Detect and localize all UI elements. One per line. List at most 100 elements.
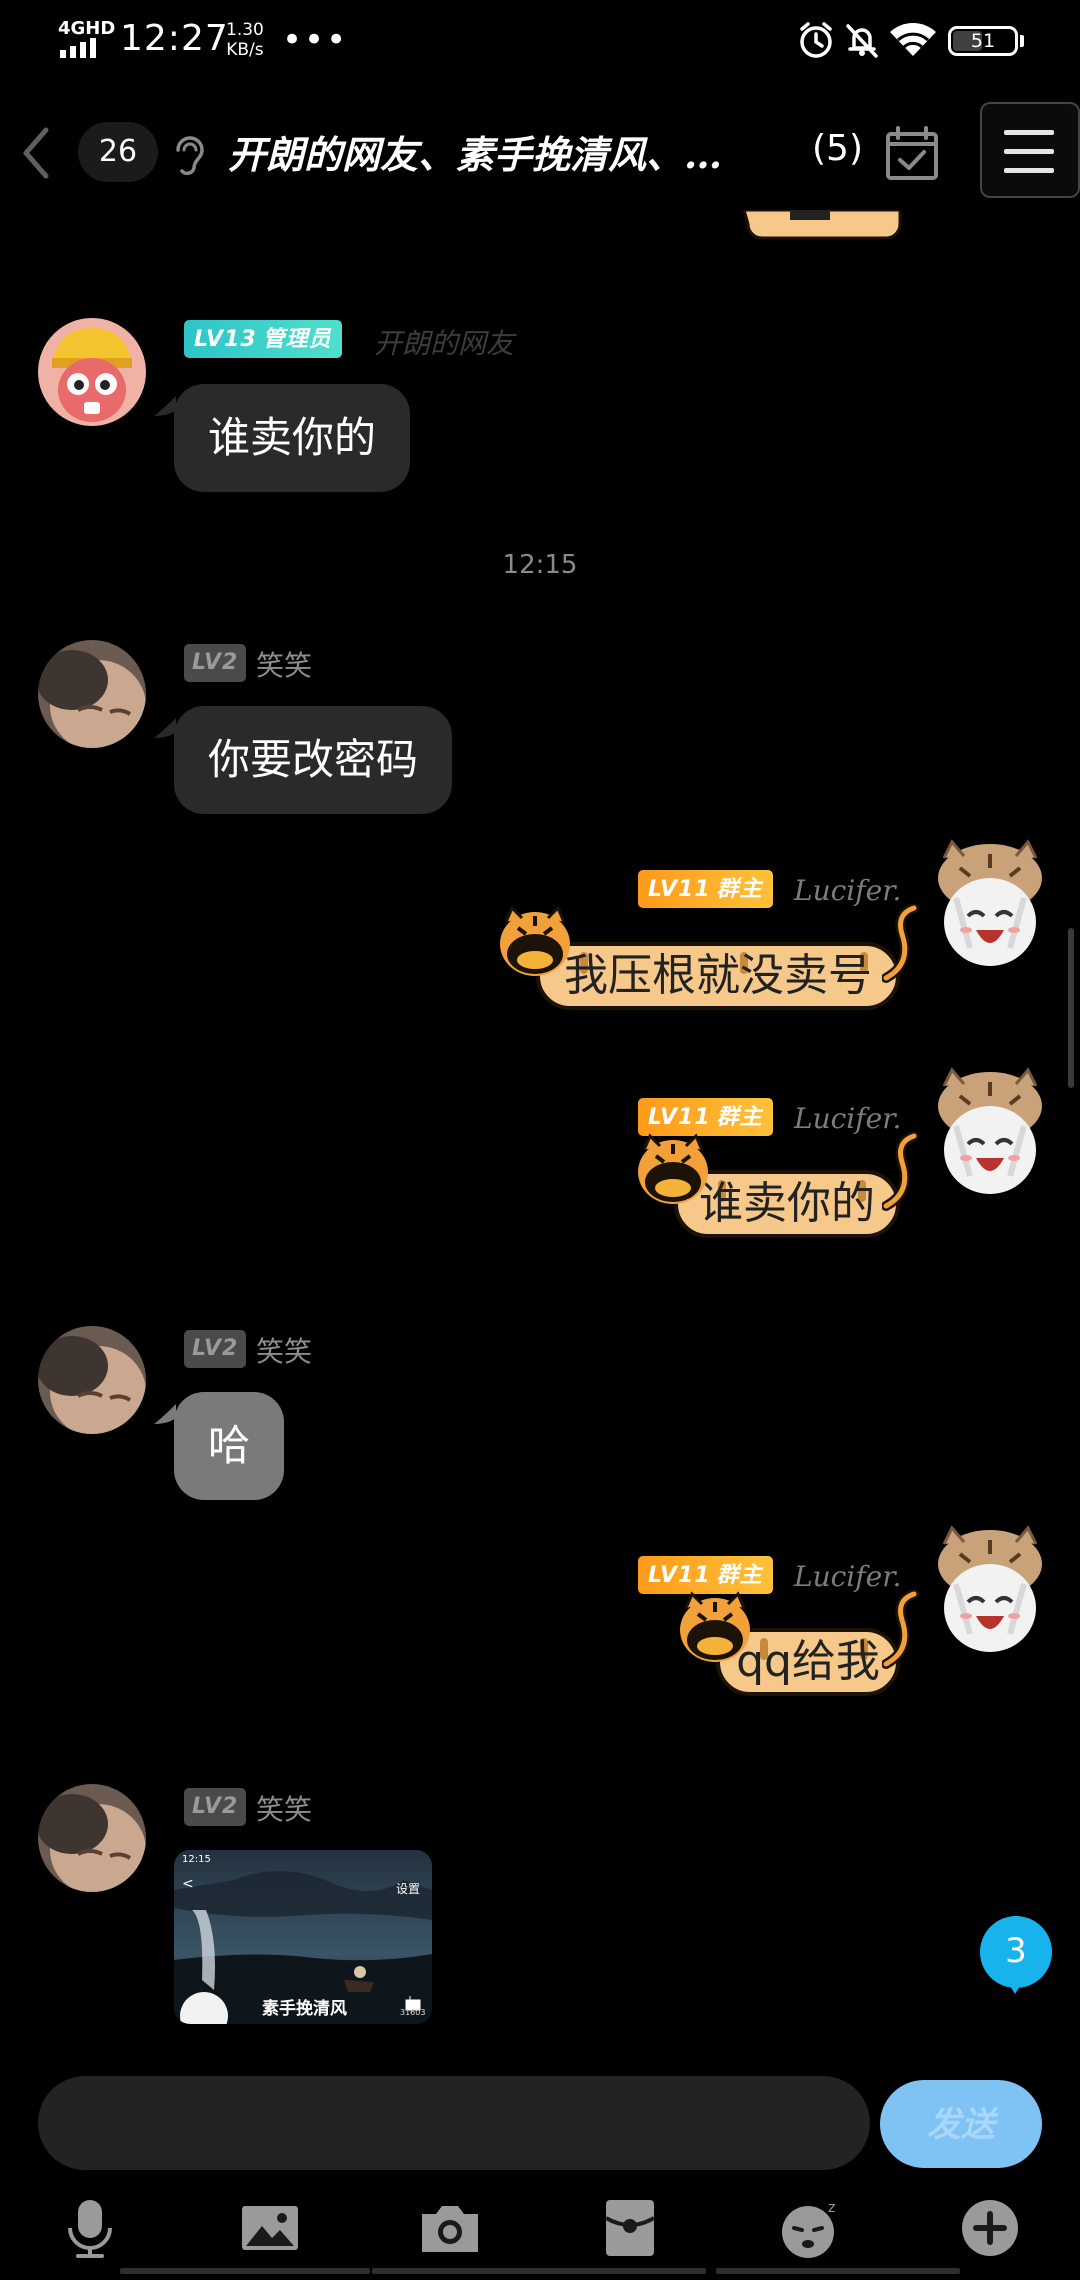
thumbnail-profile-name: 素手挽清风 bbox=[262, 1999, 347, 2019]
bubble-tail bbox=[154, 396, 176, 416]
menu-line bbox=[1004, 168, 1054, 173]
wifi-icon bbox=[890, 23, 936, 56]
anime-tiger-hat-avatar-icon bbox=[938, 1067, 1042, 1194]
sender-name[interactable]: Lucifer. bbox=[794, 1102, 901, 1135]
badge-role: 群主 bbox=[716, 876, 763, 902]
sender-name[interactable]: 笑笑 bbox=[256, 1330, 312, 1370]
panel-indicator bbox=[0, 2268, 1080, 2280]
scrollbar[interactable] bbox=[1068, 928, 1074, 1088]
avatar[interactable] bbox=[930, 1524, 1050, 1664]
plus-icon[interactable] bbox=[958, 2196, 1022, 2260]
network-type: 4GHD bbox=[58, 18, 116, 39]
photo-avatar-icon bbox=[38, 1784, 146, 1892]
battery-level: 51 bbox=[970, 30, 996, 52]
tiger-head-icon bbox=[680, 1591, 750, 1662]
level-badge-owner: LV11 群主 bbox=[638, 1098, 773, 1136]
level-badge-admin: LV13 管理员 bbox=[184, 320, 342, 358]
send-button[interactable]: 发送 bbox=[880, 2080, 1042, 2168]
level-badge: LV2 bbox=[184, 644, 247, 682]
sender-name[interactable]: Lucifer. bbox=[794, 1560, 901, 1593]
thumbnail-settings-label: 设置 bbox=[396, 1882, 421, 1896]
level-badge: LV2 bbox=[184, 1788, 247, 1826]
badge-tail bbox=[1004, 1976, 1026, 1994]
badge-level: LV2 bbox=[192, 1794, 239, 1819]
image-icon[interactable] bbox=[238, 2196, 302, 2260]
avatar[interactable] bbox=[38, 1326, 146, 1434]
message-bubble[interactable]: 哈 bbox=[174, 1392, 285, 1500]
red-packet-icon[interactable] bbox=[598, 2196, 662, 2260]
earpiece-mode-icon[interactable] bbox=[168, 132, 208, 180]
badge-level: LV11 bbox=[648, 877, 711, 902]
member-count: (5) bbox=[812, 128, 863, 169]
bubble-tail bbox=[154, 718, 176, 738]
sender-name[interactable]: 笑笑 bbox=[256, 644, 312, 684]
mute-icon bbox=[846, 24, 878, 58]
avatar[interactable] bbox=[38, 1784, 146, 1892]
image-message[interactable]: 12:15 < 设置 素手挽清风 31603 bbox=[174, 1850, 432, 2024]
tiger-head-icon bbox=[638, 1133, 708, 1204]
message-bubble[interactable]: 谁卖你的 bbox=[634, 1132, 919, 1248]
svg-text:z: z bbox=[828, 2200, 835, 2216]
microphone-icon[interactable] bbox=[58, 2196, 122, 2260]
net-speed-unit: KB/s bbox=[226, 40, 264, 60]
badge-role: 群主 bbox=[716, 1562, 763, 1588]
badge-level: LV11 bbox=[648, 1105, 711, 1130]
level-badge-owner: LV11 群主 bbox=[638, 870, 773, 908]
avatar[interactable] bbox=[930, 1066, 1050, 1206]
badge-level: LV2 bbox=[192, 650, 239, 675]
badge-role: 群主 bbox=[716, 1104, 763, 1130]
signal-icon bbox=[60, 38, 96, 58]
previous-message-peek bbox=[742, 210, 902, 240]
menu-line bbox=[1004, 149, 1054, 154]
sender-name[interactable]: 开朗的网友 bbox=[374, 322, 514, 362]
message-bubble[interactable]: 我压根就没卖号 bbox=[496, 904, 919, 1020]
thumbnail-count: 31603 bbox=[400, 2008, 426, 2017]
message-text: 我压根就没卖号 bbox=[564, 950, 872, 1001]
panel-indicator-segment bbox=[120, 2268, 370, 2274]
battery-icon: 51 bbox=[948, 26, 1018, 56]
level-badge-owner: LV11 群主 bbox=[638, 1556, 773, 1594]
back-icon[interactable] bbox=[10, 120, 60, 186]
cartoon-avatar-icon bbox=[38, 318, 146, 426]
thumbnail-status-time: 12:15 bbox=[182, 1854, 211, 1865]
emoji-icon[interactable]: z bbox=[778, 2196, 842, 2260]
photo-avatar-icon bbox=[38, 640, 146, 748]
camera-icon[interactable] bbox=[418, 2196, 482, 2260]
alarm-icon bbox=[800, 22, 832, 58]
avatar[interactable] bbox=[38, 640, 146, 748]
level-badge: LV2 bbox=[184, 1330, 247, 1368]
net-speed-value: 1.30 bbox=[226, 20, 264, 40]
anime-tiger-hat-avatar-icon bbox=[938, 1525, 1042, 1652]
calendar-check-icon[interactable] bbox=[882, 124, 942, 184]
message-bubble[interactable]: 谁卖你的 bbox=[174, 384, 411, 492]
unread-count-pill[interactable]: 26 bbox=[78, 122, 158, 182]
message-bubble[interactable]: 你要改密码 bbox=[174, 706, 453, 814]
battery-tip bbox=[1020, 35, 1024, 47]
tiger-tail-icon bbox=[882, 904, 919, 983]
avatar[interactable] bbox=[38, 318, 146, 426]
avatar[interactable] bbox=[930, 838, 1050, 978]
chat-title[interactable]: 开朗的网友、素手挽清风、… bbox=[228, 124, 722, 179]
message-input[interactable] bbox=[38, 2076, 870, 2170]
menu-button[interactable] bbox=[980, 102, 1080, 198]
thumbnail-back-icon: < bbox=[182, 1876, 194, 1892]
anime-tiger-hat-avatar-icon bbox=[938, 839, 1042, 966]
badge-level: LV13 bbox=[194, 327, 257, 352]
message-bubble[interactable]: qq给我 bbox=[676, 1590, 919, 1706]
clock: 12:27 bbox=[120, 18, 229, 59]
time-separator: 12:15 bbox=[502, 550, 578, 580]
panel-indicator-segment bbox=[372, 2268, 706, 2274]
tiger-tail-icon bbox=[882, 1590, 919, 1669]
net-speed: 1.30 KB/s bbox=[226, 20, 264, 60]
panel-indicator-segment bbox=[716, 2268, 960, 2274]
badge-level: LV2 bbox=[192, 1336, 239, 1361]
badge-role: 管理员 bbox=[262, 326, 332, 352]
sender-name[interactable]: 笑笑 bbox=[256, 1788, 312, 1828]
badge-level: LV11 bbox=[648, 1563, 711, 1588]
bubble-tail bbox=[154, 1404, 176, 1424]
menu-line bbox=[1004, 130, 1054, 135]
tiger-head-icon bbox=[500, 905, 570, 976]
more-notifications-icon: ••• bbox=[282, 20, 349, 60]
status-bar: 4GHD 12:27 1.30 KB/s ••• 51 bbox=[0, 0, 1080, 80]
sender-name[interactable]: Lucifer. bbox=[794, 874, 901, 907]
